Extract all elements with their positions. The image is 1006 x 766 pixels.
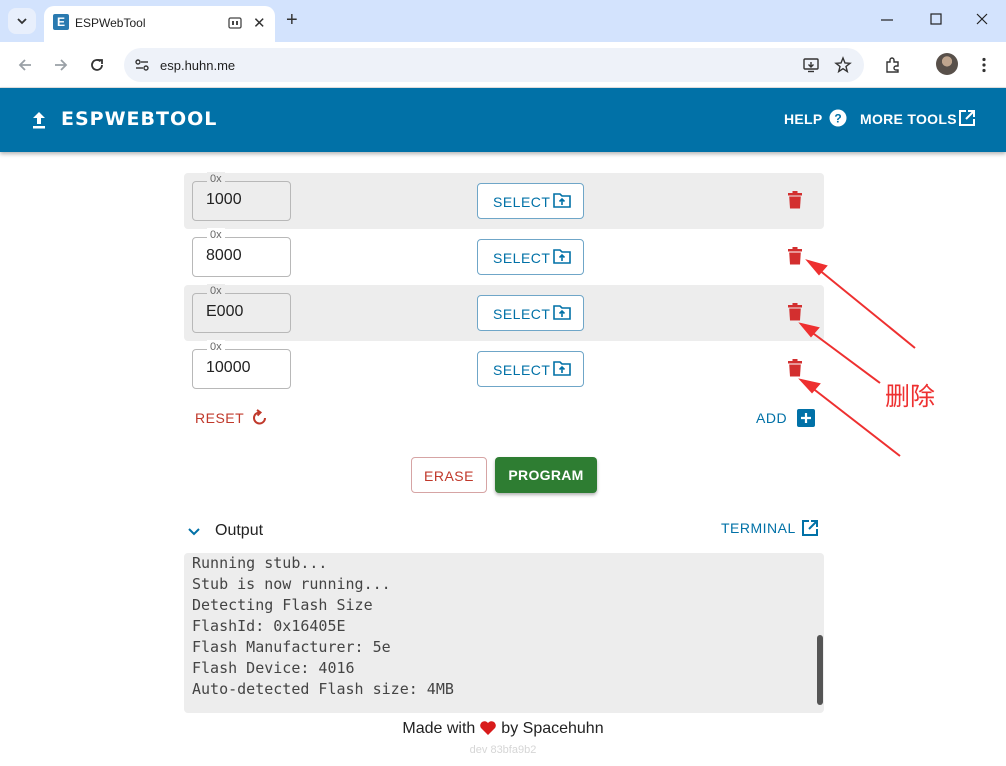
annotation-arrow — [809, 330, 881, 384]
annotation-label: 删除 — [885, 382, 936, 411]
annotation-arrow — [817, 268, 916, 349]
annotation-arrows — [798, 259, 916, 457]
